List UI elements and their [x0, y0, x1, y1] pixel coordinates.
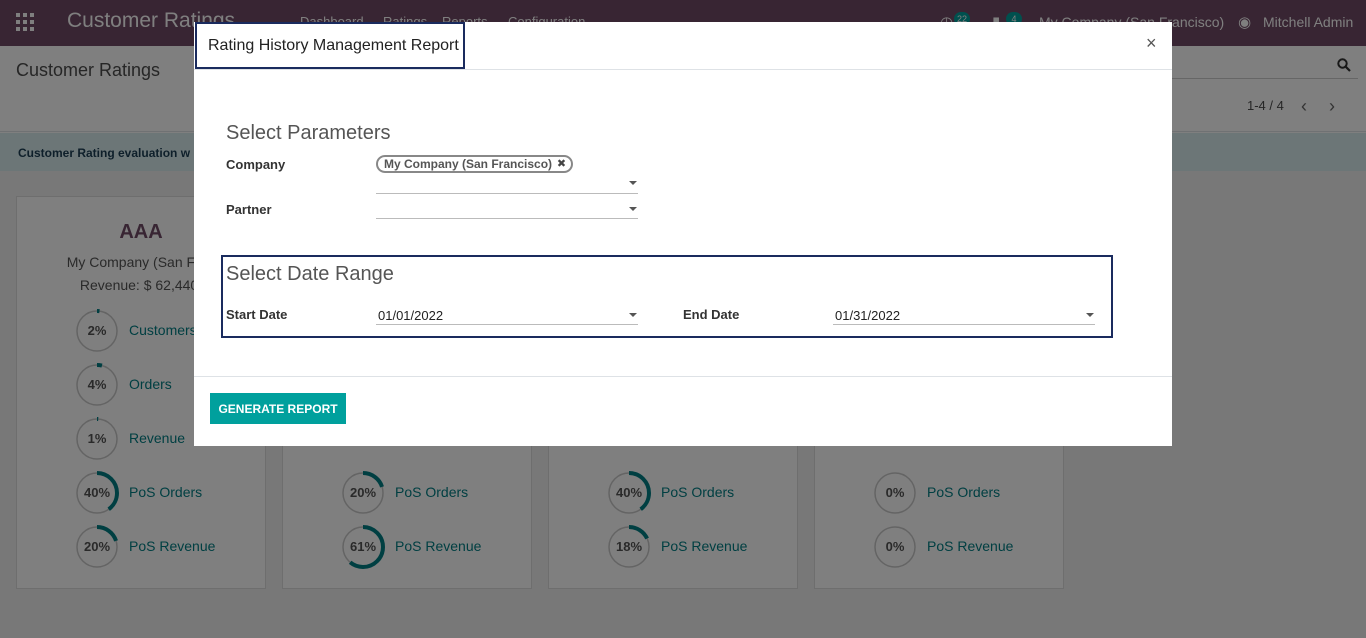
company-dropdown-icon[interactable]: [629, 181, 637, 185]
end-date-label: End Date: [683, 307, 740, 322]
partner-field[interactable]: [376, 218, 638, 219]
dialog-header: Rating History Management Report ×: [194, 22, 1172, 70]
dialog-title-highlight: Rating History Management Report: [195, 22, 465, 69]
partner-label: Partner: [226, 202, 272, 217]
report-dialog: Rating History Management Report × Selec…: [194, 22, 1172, 446]
close-icon[interactable]: ×: [1146, 33, 1157, 54]
company-label: Company: [226, 157, 286, 172]
generate-report-button[interactable]: GENERATE REPORT: [210, 393, 346, 424]
select-date-range-heading: Select Date Range: [226, 263, 394, 285]
end-date-input[interactable]: 01/31/2022: [835, 308, 900, 323]
end-date-dropdown-icon[interactable]: [1086, 313, 1094, 317]
end-date-underline: [833, 324, 1095, 325]
company-field[interactable]: [376, 193, 638, 194]
company-tag[interactable]: My Company (San Francisco) ✖: [376, 155, 574, 173]
start-date-dropdown-icon[interactable]: [629, 313, 637, 317]
select-parameters-heading: Select Parameters: [226, 122, 391, 144]
start-date-label: Start Date: [226, 307, 288, 322]
start-date-input[interactable]: 01/01/2022: [378, 308, 443, 323]
dialog-footer: GENERATE REPORT: [194, 376, 1172, 446]
remove-tag-icon[interactable]: ✖: [557, 157, 566, 171]
dialog-title: Rating History Management Report: [208, 37, 459, 54]
company-tag-label: My Company (San Francisco): [384, 157, 553, 171]
partner-dropdown-icon[interactable]: [629, 207, 637, 211]
start-date-underline: [376, 324, 638, 325]
